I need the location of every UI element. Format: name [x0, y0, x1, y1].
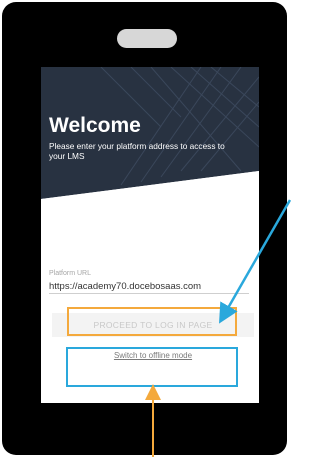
annotation-arrows	[145, 199, 291, 457]
blue-arrow	[219, 199, 291, 324]
